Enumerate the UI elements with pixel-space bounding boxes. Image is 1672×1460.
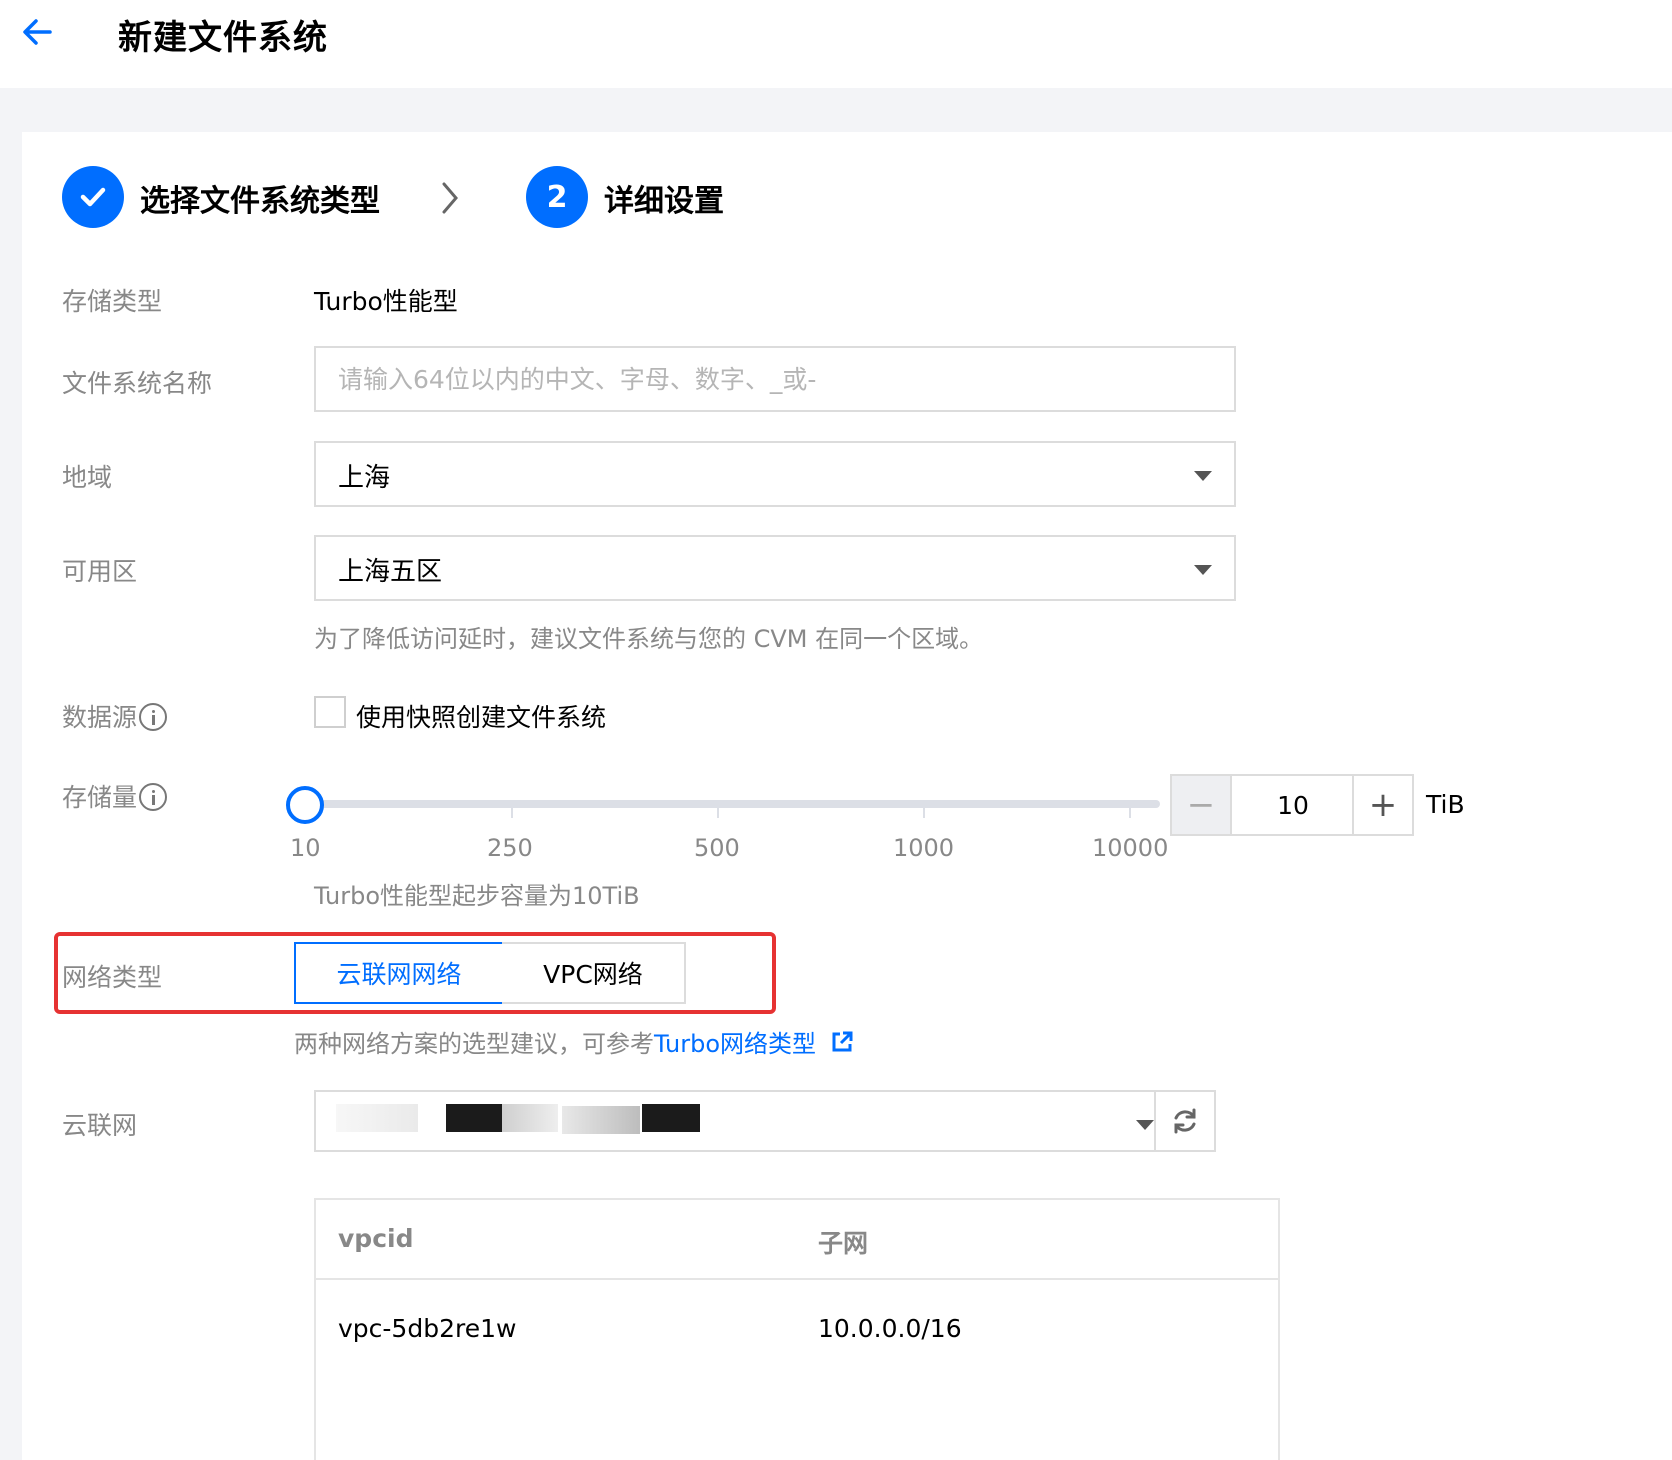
snapshot-checkbox-label[interactable]: 使用快照创建文件系统 bbox=[356, 698, 606, 734]
zone-label: 可用区 bbox=[62, 557, 138, 586]
slider-tick-label: 250 bbox=[487, 834, 533, 862]
slider-tick bbox=[923, 808, 925, 818]
redacted-block bbox=[336, 1104, 418, 1132]
column-subnet: 子网 bbox=[818, 1229, 869, 1258]
network-type-hint-text: 两种网络方案的选型建议，可参考 bbox=[294, 1030, 654, 1058]
capacity-slider-handle[interactable] bbox=[286, 786, 324, 824]
network-type-label: 网络类型 bbox=[62, 963, 163, 992]
capacity-value-input[interactable]: 10 bbox=[1232, 774, 1354, 836]
capacity-hint: Turbo性能型起步容量为10TiB bbox=[314, 882, 640, 910]
snapshot-checkbox[interactable] bbox=[314, 696, 346, 728]
table-cell-vpcid: vpc-5db2re1w bbox=[338, 1314, 517, 1343]
slider-tick-label: 500 bbox=[694, 834, 740, 862]
slider-tick-label: 10 bbox=[290, 834, 321, 862]
capacity-slider-track[interactable] bbox=[306, 800, 1160, 808]
step-2-label: 详细设置 bbox=[604, 184, 724, 219]
form-card: 选择文件系统类型 2 详细设置 存储类型 Turbo性能型 文件系统名称 地域 … bbox=[22, 132, 1672, 1460]
step-1-done-icon bbox=[62, 166, 124, 228]
chevron-right-icon bbox=[442, 182, 458, 214]
turbo-network-type-link[interactable]: Turbo网络类型 bbox=[654, 1030, 816, 1058]
capacity-decrement-button[interactable]: − bbox=[1170, 774, 1232, 836]
dropdown-caret-icon bbox=[1194, 471, 1212, 481]
redacted-block bbox=[446, 1104, 502, 1132]
data-source-label-wrap: 数据源 bbox=[62, 698, 168, 734]
fs-name-input[interactable] bbox=[316, 348, 1234, 410]
redacted-block bbox=[562, 1106, 640, 1134]
slider-tick bbox=[511, 808, 513, 818]
table-header: vpcid 子网 bbox=[316, 1200, 1278, 1280]
fs-name-label: 文件系统名称 bbox=[62, 369, 213, 398]
zone-select[interactable]: 上海五区 bbox=[314, 535, 1236, 601]
slider-tick bbox=[1129, 808, 1131, 818]
slider-tick-label: 10000 bbox=[1092, 834, 1169, 862]
zone-hint: 为了降低访问延时，建议文件系统与您的 CVM 在同一个区域。 bbox=[314, 625, 984, 653]
ccn-select[interactable] bbox=[314, 1090, 1176, 1152]
slider-tick bbox=[717, 808, 719, 818]
region-select[interactable]: 上海 bbox=[314, 441, 1236, 507]
step-1-label: 选择文件系统类型 bbox=[140, 184, 380, 219]
slider-tick-label: 1000 bbox=[893, 834, 955, 862]
storage-type-value: Turbo性能型 bbox=[314, 287, 458, 316]
vpc-table: vpcid 子网 vpc-5db2re1w 10.0.0.0/16 bbox=[314, 1198, 1280, 1460]
refresh-icon bbox=[1174, 1108, 1196, 1134]
network-type-hint: 两种网络方案的选型建议，可参考Turbo网络类型 bbox=[294, 1024, 854, 1059]
column-vpcid: vpcid bbox=[338, 1224, 414, 1253]
region-selected-value: 上海 bbox=[338, 463, 391, 493]
region-label: 地域 bbox=[62, 463, 113, 492]
step-2-number: 2 bbox=[526, 166, 588, 228]
network-option-ccn[interactable]: 云联网网络 bbox=[294, 942, 504, 1004]
data-source-label: 数据源 bbox=[62, 703, 138, 732]
ccn-label: 云联网 bbox=[62, 1111, 138, 1140]
capacity-unit: TiB bbox=[1426, 790, 1465, 819]
top-bar: 新建文件系统 bbox=[0, 0, 1672, 88]
table-cell-subnet: 10.0.0.0/16 bbox=[818, 1314, 962, 1343]
dropdown-caret-icon bbox=[1194, 565, 1212, 575]
redacted-block bbox=[502, 1104, 558, 1132]
page-title: 新建文件系统 bbox=[118, 18, 328, 58]
capacity-increment-button[interactable]: + bbox=[1352, 774, 1414, 836]
info-icon[interactable] bbox=[139, 703, 168, 731]
back-arrow-icon[interactable] bbox=[18, 12, 58, 52]
external-link-icon[interactable] bbox=[830, 1030, 854, 1054]
dropdown-caret-icon bbox=[1136, 1120, 1154, 1130]
capacity-label: 存储量 bbox=[62, 783, 138, 812]
storage-type-label: 存储类型 bbox=[62, 287, 163, 316]
redacted-block bbox=[642, 1104, 700, 1132]
zone-selected-value: 上海五区 bbox=[338, 557, 443, 587]
network-option-vpc[interactable]: VPC网络 bbox=[502, 942, 686, 1004]
ccn-refresh-button[interactable] bbox=[1154, 1090, 1216, 1152]
capacity-label-wrap: 存储量 bbox=[62, 778, 168, 814]
info-icon[interactable] bbox=[139, 783, 168, 811]
fs-name-field[interactable] bbox=[314, 346, 1236, 412]
